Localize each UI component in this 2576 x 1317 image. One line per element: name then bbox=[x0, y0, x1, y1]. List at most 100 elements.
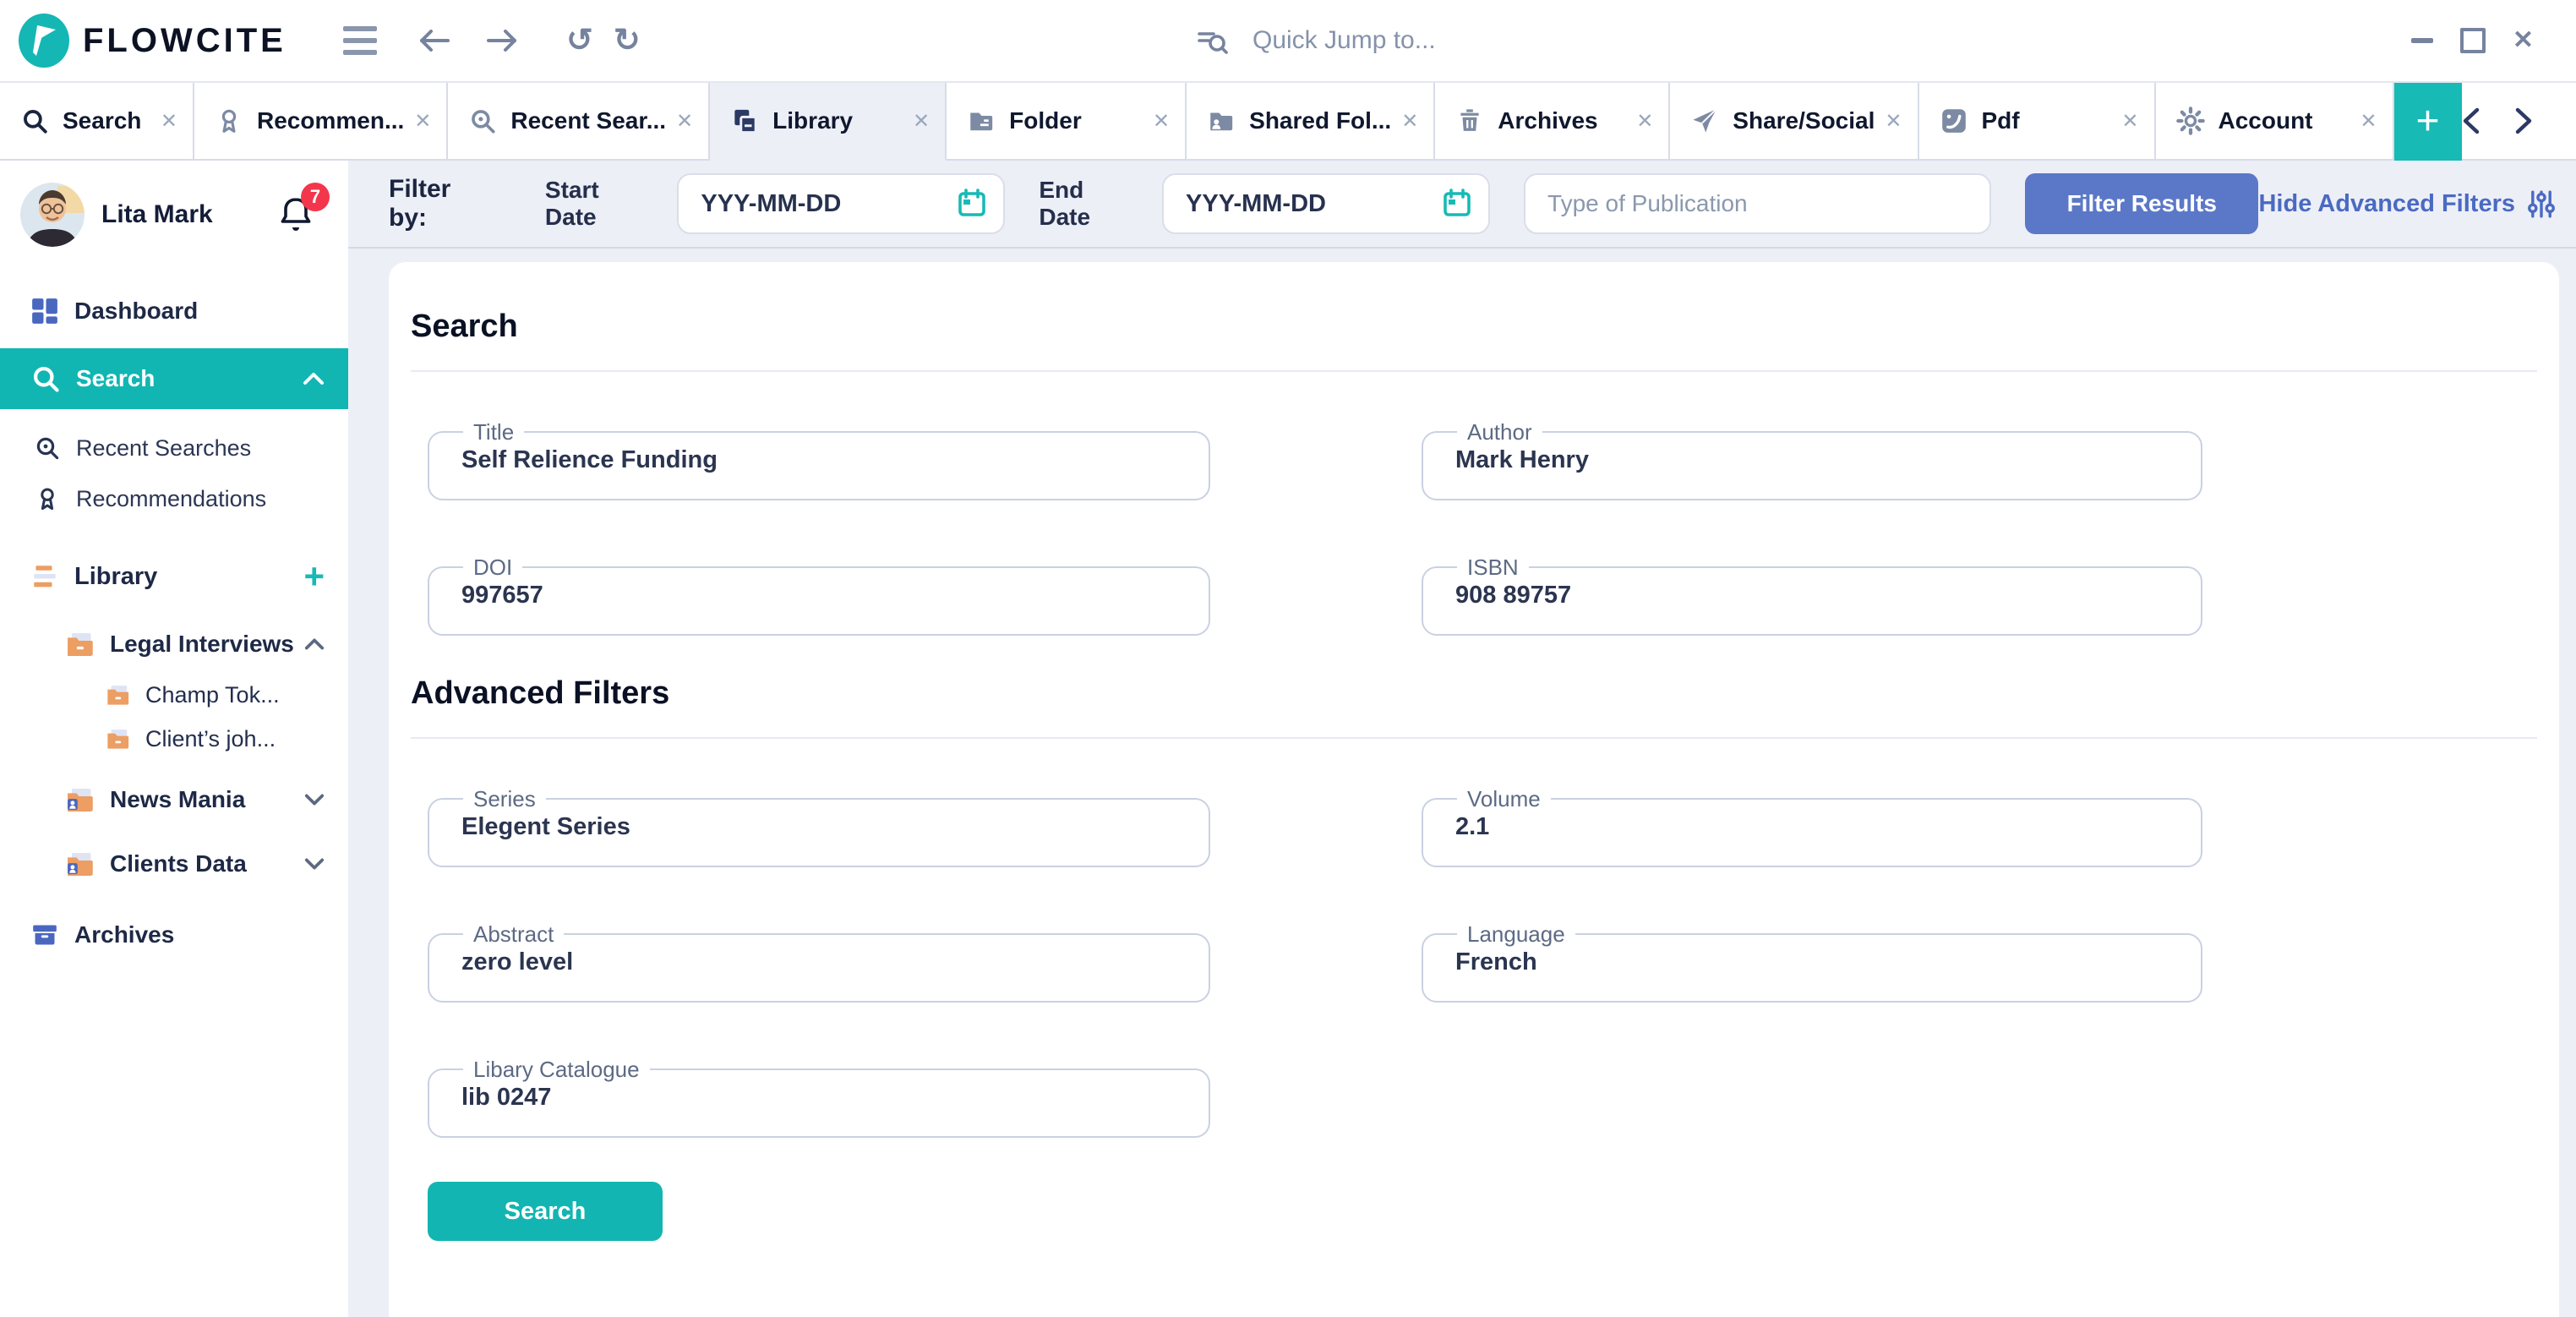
flowcite-logo-icon bbox=[17, 14, 71, 68]
tab-close-icon[interactable]: ✕ bbox=[676, 109, 693, 134]
tab-close-icon[interactable]: ✕ bbox=[1885, 109, 1902, 134]
tab-share-social[interactable]: Share/Social ✕ bbox=[1670, 83, 1918, 161]
sidebar-item-search[interactable]: Search bbox=[0, 348, 348, 409]
sidebar-item-recommendations[interactable]: Recommendations bbox=[0, 473, 348, 524]
user-row: Lita Mark 7 bbox=[0, 161, 348, 264]
advanced-fields-grid: Series Volume Abstract Language bbox=[389, 788, 2559, 1138]
divider bbox=[411, 737, 2537, 739]
pdf-icon bbox=[1940, 107, 1968, 135]
sidebar-item-champ-tok[interactable]: Champ Tok... bbox=[0, 673, 348, 717]
volume-label: Volume bbox=[1457, 788, 1551, 810]
sidebar-item-archives[interactable]: Archives bbox=[0, 906, 348, 964]
tab-close-icon[interactable]: ✕ bbox=[161, 109, 177, 134]
abstract-input[interactable] bbox=[450, 947, 1180, 976]
open-folder-icon bbox=[64, 629, 95, 659]
tab-shared-folders[interactable]: Shared Fol... ✕ bbox=[1187, 83, 1435, 161]
new-tab-button[interactable]: + bbox=[2394, 83, 2462, 161]
tab-label: Account bbox=[2219, 107, 2350, 134]
tab-scroll-left-icon[interactable] bbox=[2462, 107, 2480, 134]
menu-icon[interactable] bbox=[343, 26, 377, 55]
maximize-icon[interactable] bbox=[2460, 28, 2486, 53]
title-input[interactable] bbox=[450, 445, 1180, 474]
sidebar-item-dashboard[interactable]: Dashboard bbox=[0, 284, 348, 338]
tab-folder[interactable]: Folder ✕ bbox=[947, 83, 1187, 161]
tab-library[interactable]: Library ✕ bbox=[710, 83, 947, 161]
divider bbox=[411, 370, 2537, 372]
sidebar-item-clients-joh[interactable]: Client’s joh... bbox=[0, 717, 348, 761]
minimize-icon[interactable] bbox=[2411, 38, 2433, 43]
search-again-icon bbox=[468, 107, 497, 135]
tab-scroll-right-icon[interactable] bbox=[2514, 107, 2533, 134]
language-input[interactable] bbox=[1444, 947, 2172, 976]
top-bar: FLOWCITE ↺ ↻ Quick Jump to... ✕ bbox=[0, 0, 2576, 81]
notifications-bell[interactable]: 7 bbox=[277, 194, 314, 235]
send-icon bbox=[1690, 107, 1719, 135]
doi-input[interactable] bbox=[450, 580, 1180, 609]
tab-scroll-area bbox=[2462, 83, 2576, 161]
library-catalogue-input[interactable] bbox=[450, 1082, 1180, 1112]
end-date-label: End Date bbox=[1039, 177, 1140, 231]
shared-folder-icon bbox=[64, 849, 95, 879]
abstract-field: Abstract bbox=[428, 923, 1210, 1003]
tab-label: Share/Social bbox=[1733, 107, 1875, 134]
filter-results-button[interactable]: Filter Results bbox=[2025, 173, 2258, 234]
avatar[interactable] bbox=[20, 183, 85, 247]
sidebar-item-legal-interviews[interactable]: Legal Interviews bbox=[0, 615, 348, 673]
volume-input[interactable] bbox=[1444, 812, 2172, 841]
tab-close-icon[interactable]: ✕ bbox=[1153, 109, 1170, 134]
series-input[interactable] bbox=[450, 812, 1180, 841]
tab-search[interactable]: Search ✕ bbox=[0, 83, 194, 161]
tab-archives[interactable]: Archives ✕ bbox=[1435, 83, 1670, 161]
tab-pdf[interactable]: Pdf ✕ bbox=[1919, 83, 2156, 161]
search-submit-button[interactable]: Search bbox=[428, 1182, 663, 1241]
sidebar-item-news-mania[interactable]: News Mania bbox=[0, 771, 348, 828]
tab-label: Library bbox=[772, 107, 903, 134]
tab-account[interactable]: Account ✕ bbox=[2156, 83, 2394, 161]
tab-close-icon[interactable]: ✕ bbox=[2121, 109, 2138, 134]
chevron-down-icon[interactable] bbox=[304, 793, 325, 806]
browser-nav: ↺ ↻ bbox=[343, 0, 641, 81]
tab-close-icon[interactable]: ✕ bbox=[913, 109, 930, 134]
brand: FLOWCITE bbox=[17, 14, 287, 68]
search-fields-grid: Title Author DOI ISBN bbox=[389, 421, 2559, 636]
chevron-up-icon[interactable] bbox=[304, 637, 325, 651]
search-again-icon bbox=[34, 434, 61, 462]
tab-label: Archives bbox=[1498, 107, 1626, 134]
dashboard-icon bbox=[30, 297, 59, 325]
trash-icon bbox=[1455, 107, 1484, 135]
tab-label: Shared Fol... bbox=[1249, 107, 1391, 134]
isbn-input[interactable] bbox=[1444, 580, 2172, 609]
forward-icon[interactable] bbox=[485, 27, 519, 54]
search-section-title: Search bbox=[411, 306, 2537, 347]
author-input[interactable] bbox=[1444, 445, 2172, 474]
quick-jump[interactable]: Quick Jump to... bbox=[1197, 0, 1436, 81]
close-window-icon[interactable]: ✕ bbox=[2513, 28, 2534, 53]
sidebar-item-clients-data[interactable]: Clients Data bbox=[0, 835, 348, 893]
sidebar-item-recent-searches[interactable]: Recent Searches bbox=[0, 423, 348, 473]
search-icon bbox=[20, 107, 49, 135]
reload-forward-icon[interactable]: ↻ bbox=[614, 25, 641, 57]
series-field: Series bbox=[428, 788, 1210, 867]
search-icon bbox=[30, 363, 61, 394]
tab-recent-searches[interactable]: Recent Sear... ✕ bbox=[448, 83, 710, 161]
calendar-icon[interactable] bbox=[956, 187, 988, 219]
tab-recommendations[interactable]: Recommen... ✕ bbox=[194, 83, 448, 161]
publication-type-input[interactable] bbox=[1524, 173, 1991, 234]
reload-back-icon[interactable]: ↺ bbox=[566, 25, 593, 57]
tab-close-icon[interactable]: ✕ bbox=[414, 109, 431, 134]
tab-label: Pdf bbox=[1982, 107, 2112, 134]
tab-close-icon[interactable]: ✕ bbox=[1636, 109, 1653, 134]
isbn-field: ISBN bbox=[1422, 556, 2202, 636]
tab-close-icon[interactable]: ✕ bbox=[1401, 109, 1418, 134]
chevron-down-icon[interactable] bbox=[304, 857, 325, 871]
author-field: Author bbox=[1422, 421, 2202, 500]
sidebar-item-library[interactable]: Library + bbox=[0, 548, 348, 605]
back-icon[interactable] bbox=[418, 27, 451, 54]
add-library-icon[interactable]: + bbox=[303, 560, 325, 593]
calendar-icon[interactable] bbox=[1441, 187, 1473, 219]
library-list-icon bbox=[30, 562, 59, 591]
doi-field: DOI bbox=[428, 556, 1210, 636]
tab-close-icon[interactable]: ✕ bbox=[2360, 109, 2377, 134]
hide-advanced-filters-link[interactable]: Hide Advanced Filters bbox=[2258, 189, 2556, 218]
chevron-up-icon[interactable] bbox=[303, 372, 325, 385]
